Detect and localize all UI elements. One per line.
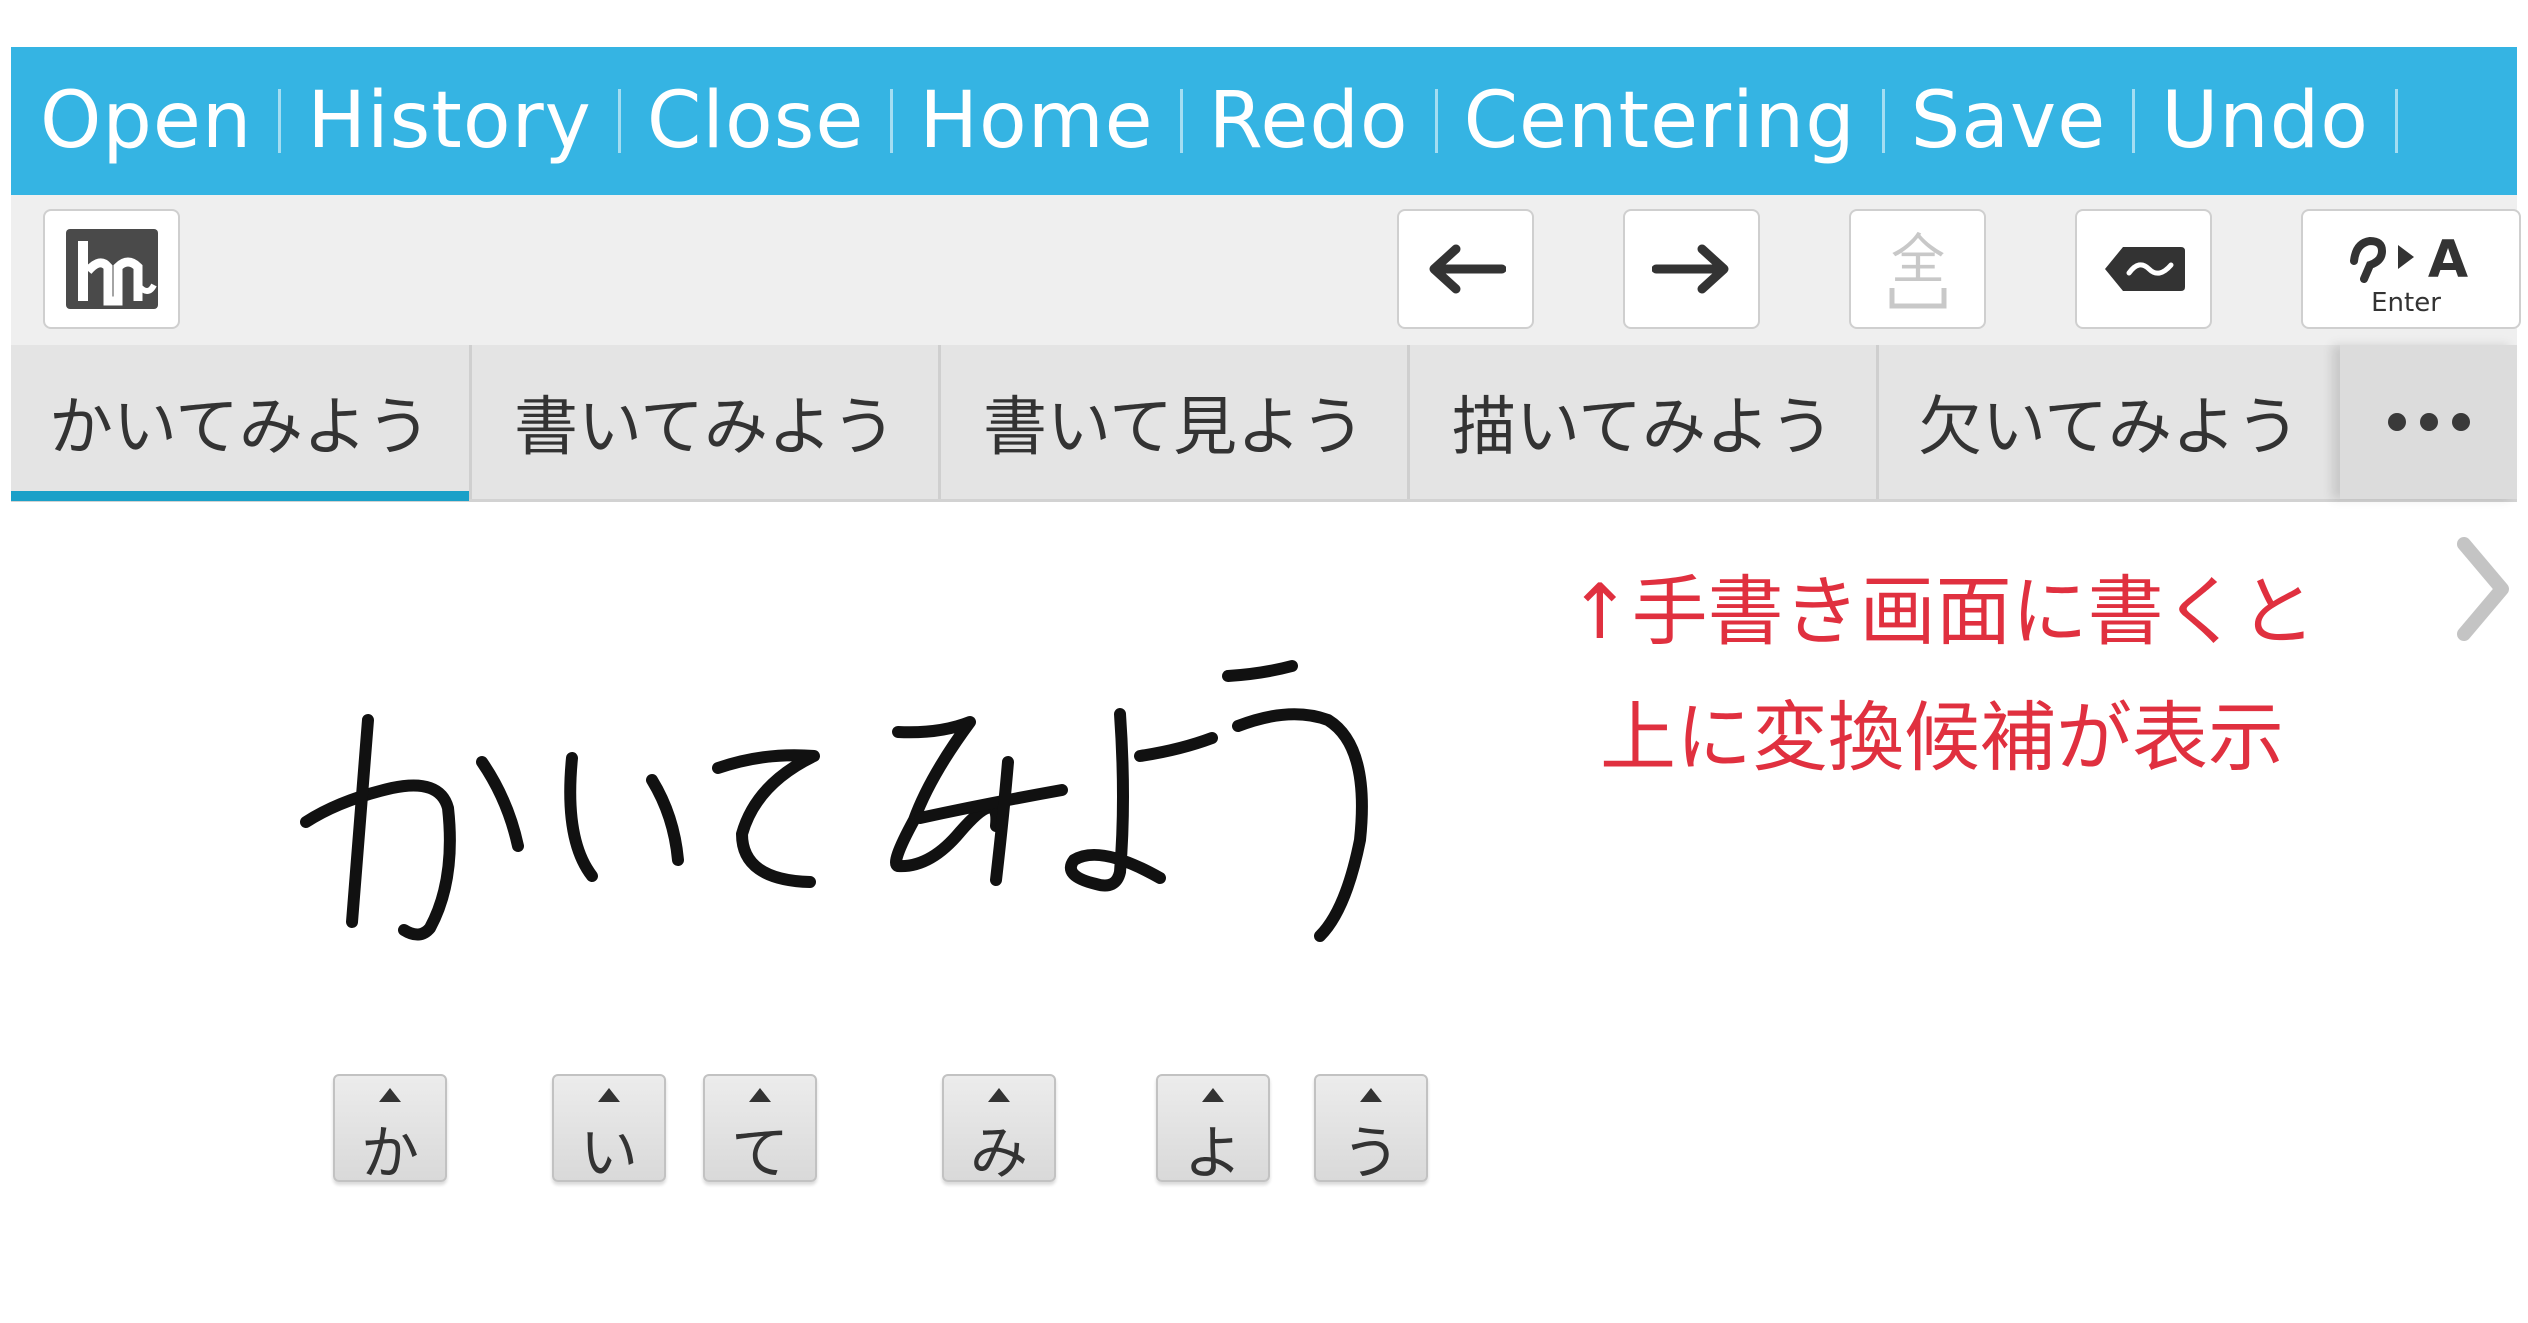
- char-key[interactable]: う: [1314, 1074, 1428, 1187]
- menu-redo[interactable]: Redo: [1209, 82, 1409, 160]
- more-dot: [2387, 413, 2406, 431]
- triangle-up-icon: [598, 1088, 620, 1102]
- stroke-i: [564, 752, 598, 882]
- char-key[interactable]: み: [942, 1074, 1056, 1187]
- menu-separator: [1179, 89, 1183, 153]
- enter-button[interactable]: A Enter: [2301, 209, 2521, 329]
- move-right-button[interactable]: [1623, 209, 1760, 329]
- svg-text:Enter: Enter: [2371, 288, 2441, 317]
- triangle-up-icon: [1360, 1088, 1382, 1102]
- candidate-bar: かいてみよう 書いてみよう 書いて見よう 描いてみよう 欠いてみよう: [11, 345, 2517, 502]
- candidate-item[interactable]: 書いてみよう: [472, 345, 938, 499]
- char-key-label: う: [1341, 1119, 1400, 1187]
- chevron-right-icon[interactable]: [2452, 534, 2512, 644]
- svg-text:全: 全: [1891, 228, 1945, 291]
- triangle-up-icon: [749, 1088, 771, 1102]
- stroke-yo: [1134, 732, 1218, 762]
- more-candidates-button[interactable]: [2340, 345, 2517, 499]
- menu-undo[interactable]: Undo: [2161, 82, 2369, 160]
- handwriting-canvas[interactable]: [280, 640, 1480, 970]
- backspace-button[interactable]: [2075, 209, 2212, 329]
- triangle-up-icon: [1202, 1088, 1224, 1102]
- menu-separator: [1881, 89, 1885, 153]
- char-key[interactable]: か: [333, 1074, 447, 1187]
- stroke-mi: [890, 716, 1003, 873]
- menu-separator: [1434, 89, 1438, 153]
- stroke-ka: [346, 714, 374, 928]
- enter-icon: A Enter: [2350, 230, 2468, 317]
- stroke-te: [712, 749, 820, 888]
- triangle-up-icon: [379, 1088, 401, 1102]
- top-menu-bar: Open History Close Home Redo Centering S…: [11, 47, 2517, 195]
- stroke-u: [1232, 708, 1368, 942]
- stroke-ka: [300, 779, 456, 941]
- stroke-mi: [990, 756, 1014, 886]
- move-left-button[interactable]: [1397, 209, 1534, 329]
- menu-open[interactable]: Open: [40, 82, 252, 160]
- stroke-ka: [476, 756, 524, 852]
- menu-home[interactable]: Home: [919, 82, 1153, 160]
- char-key[interactable]: い: [552, 1074, 666, 1187]
- more-dot: [2419, 413, 2438, 431]
- char-key[interactable]: よ: [1156, 1074, 1270, 1187]
- input-toolbar: 全 A Enter: [11, 195, 2521, 345]
- stroke-i: [646, 774, 684, 866]
- svg-text:A: A: [2428, 230, 2468, 290]
- menu-separator: [278, 89, 282, 153]
- stroke-u: [1222, 660, 1298, 682]
- candidate-item[interactable]: 書いて見よう: [941, 345, 1407, 499]
- menu-separator: [2394, 89, 2398, 153]
- annotation-line-2: 上に変換候補が表示: [1600, 693, 2284, 782]
- char-key-label: み: [969, 1119, 1028, 1187]
- candidate-item[interactable]: 描いてみよう: [1410, 345, 1876, 499]
- candidate-item[interactable]: かいてみよう: [11, 345, 469, 501]
- backspace-icon: [2104, 247, 2185, 291]
- menu-separator: [890, 89, 894, 153]
- menu-close[interactable]: Close: [647, 82, 864, 160]
- handwriting-mode-button[interactable]: [43, 209, 180, 329]
- annotation-line-1: ↑手書き画面に書くと: [1568, 567, 2316, 656]
- char-key-label: い: [579, 1119, 638, 1187]
- stroke-yo: [1064, 708, 1166, 892]
- menu-centering[interactable]: Centering: [1464, 82, 1856, 160]
- arrow-right-icon: [1651, 244, 1728, 294]
- fullwidth-toggle-icon: 全: [1889, 228, 1946, 309]
- candidate-item[interactable]: 欠いてみよう: [1879, 345, 2339, 499]
- fullwidth-toggle-button[interactable]: 全: [1849, 209, 1986, 329]
- menu-separator: [2132, 89, 2136, 153]
- char-key[interactable]: て: [703, 1074, 817, 1187]
- arrow-left-icon: [1429, 244, 1506, 294]
- menu-separator: [617, 89, 621, 153]
- char-key-label: よ: [1183, 1119, 1242, 1187]
- menu-save[interactable]: Save: [1911, 82, 2106, 160]
- triangle-up-icon: [988, 1088, 1010, 1102]
- char-key-label: か: [360, 1119, 419, 1187]
- char-key-label: て: [730, 1119, 789, 1187]
- handwriting-mode-icon: [65, 229, 158, 309]
- menu-history[interactable]: History: [307, 82, 592, 160]
- more-dot: [2451, 413, 2470, 431]
